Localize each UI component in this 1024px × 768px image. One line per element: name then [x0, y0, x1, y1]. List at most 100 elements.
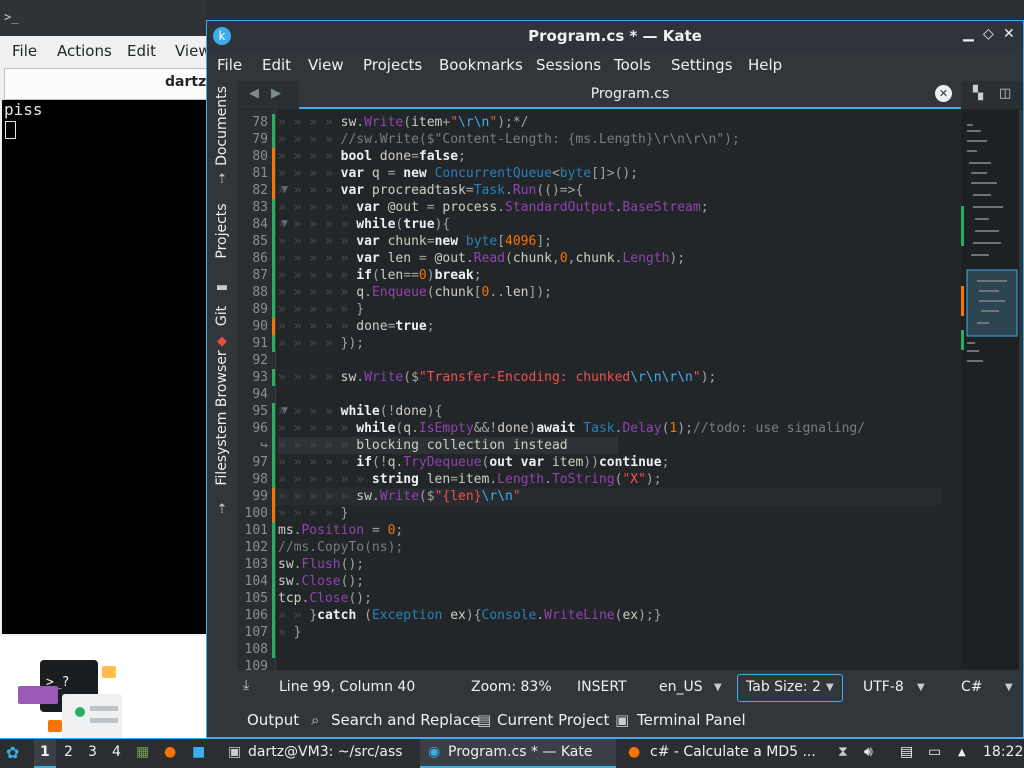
konsole-menu-actions[interactable]: Actions: [57, 42, 112, 60]
tool-tab-current-project[interactable]: Current Project: [497, 711, 609, 729]
clock[interactable]: 18:22: [983, 744, 1023, 760]
code-line: » » » » sw.Write($"Transfer-Encoding: ch…: [278, 370, 717, 385]
code-line: » » » » var procreadtask=Task.Run(()=>{: [278, 183, 584, 198]
chevron-down-icon[interactable]: ▼: [1005, 682, 1013, 693]
nav-back-icon[interactable]: ◀: [249, 86, 259, 101]
menu-projects[interactable]: Projects: [363, 56, 422, 74]
line-number: 94: [252, 387, 268, 402]
volume-icon[interactable]: 🔊︎: [864, 744, 873, 760]
line-number: 87: [252, 268, 268, 283]
konsole-titlebar[interactable]: >_: [0, 0, 206, 36]
konsole-terminal[interactable]: piss: [2, 100, 206, 634]
line-number: 104: [244, 574, 268, 589]
konsole-task-icon: ▣: [228, 744, 242, 760]
minimap[interactable]: [961, 110, 1019, 670]
konsole-tab[interactable]: dartz: [4, 68, 208, 100]
close-icon[interactable]: ✕: [1003, 26, 1015, 42]
clipboard-icon[interactable]: ▤: [900, 744, 913, 760]
konsole-menu-edit[interactable]: Edit: [127, 42, 156, 60]
window-icon[interactable]: ■: [192, 744, 205, 760]
konsole-menu-file[interactable]: File: [12, 42, 37, 60]
menu-tools[interactable]: Tools: [614, 56, 651, 74]
line-number: 88: [252, 285, 268, 300]
quick-open-icon[interactable]: ▚: [973, 86, 983, 101]
code-line: » » » » » q.Enqueue(chunk[0..len]);: [278, 285, 552, 300]
menu-help[interactable]: Help: [748, 56, 782, 74]
terminal-icon[interactable]: ▣: [615, 711, 629, 729]
spellcheck-language[interactable]: en_US: [659, 679, 703, 695]
nav-forward-icon[interactable]: ▶: [271, 86, 281, 101]
project-icon[interactable]: ▤: [477, 711, 491, 729]
input-mode[interactable]: INSERT: [577, 679, 627, 695]
task-firefox[interactable]: c# - Calculate a MD5 ...: [650, 744, 816, 760]
line-number: 92: [252, 353, 268, 368]
kate-task-icon: ◉: [428, 744, 441, 760]
sidebar-tab-git[interactable]: Git: [207, 301, 237, 331]
tab-close-icon[interactable]: ✕: [935, 85, 952, 102]
line-number: 86: [252, 251, 268, 266]
menu-settings[interactable]: Settings: [671, 56, 733, 74]
tool-tab-output[interactable]: Output: [247, 711, 299, 729]
line-number: 91: [252, 336, 268, 351]
code-line: » » » » var q = new ConcurrentQueue<byte…: [278, 166, 639, 181]
menu-bookmarks[interactable]: Bookmarks: [439, 56, 523, 74]
menu-view[interactable]: View: [308, 56, 344, 74]
menu-sessions[interactable]: Sessions: [536, 56, 601, 74]
zoom-level[interactable]: Zoom: 83%: [471, 679, 552, 695]
line-number: 82: [252, 183, 268, 198]
git-icon: ◆: [217, 334, 227, 349]
code-line: tcp.Close();: [278, 591, 372, 606]
restore-icon[interactable]: ◇: [983, 26, 994, 42]
line-number: 89: [252, 302, 268, 317]
tray-expand-icon[interactable]: ▲: [958, 747, 966, 758]
code-line: » » » » » while(q.IsEmpty&&!done)await T…: [278, 421, 866, 436]
minimize-icon[interactable]: ▁: [963, 26, 974, 42]
task-konsole[interactable]: dartz@VM3: ~/src/ass: [248, 744, 403, 760]
encoding[interactable]: UTF-8: [863, 679, 904, 695]
kde-menu-icon[interactable]: ✿: [6, 743, 19, 762]
terminal-cursor: [5, 121, 16, 139]
line-number: 100: [244, 506, 268, 521]
desktop-2[interactable]: 2: [64, 744, 73, 760]
tool-tab-terminal-panel[interactable]: Terminal Panel: [637, 711, 746, 729]
desktop-1[interactable]: 1: [40, 744, 50, 760]
code-line: » » » » » }: [278, 302, 365, 317]
konsole-menubar: File Actions Edit View: [0, 36, 211, 66]
task-kate[interactable]: Program.cs * — Kate: [448, 744, 592, 760]
firefox-icon[interactable]: ●: [164, 744, 176, 760]
code-line: » » » » while(!done){: [278, 404, 443, 419]
search-icon[interactable]: ⌕: [311, 711, 319, 729]
minimap-graphic: [961, 124, 1018, 362]
desktop-3[interactable]: 3: [88, 744, 97, 760]
sidebar-tab-projects[interactable]: Projects: [207, 191, 237, 271]
cursor-position[interactable]: Line 99, Column 40: [279, 679, 415, 695]
menu-file[interactable]: File: [217, 56, 242, 74]
chevron-down-icon[interactable]: ▼: [917, 682, 925, 693]
network-icon[interactable]: ▭: [928, 744, 941, 760]
line-number: 83: [252, 200, 268, 215]
code-line: » » » » » blocking collection instead: [278, 438, 568, 453]
syntax-mode[interactable]: C#: [961, 679, 983, 695]
sidebar-tab-filesystem-browser[interactable]: Filesystem Browser: [207, 350, 237, 485]
sidebar-tab-documents[interactable]: Documents: [207, 81, 237, 171]
file-manager-icon[interactable]: ▦: [136, 744, 149, 760]
chevron-down-icon[interactable]: ▼: [714, 682, 722, 693]
download-icon[interactable]: ⤓: [243, 677, 249, 693]
split-view-icon[interactable]: ◫: [999, 86, 1011, 101]
tab-size-button[interactable]: Tab Size: 2 ▼: [737, 674, 843, 702]
notification-illustration: >_?: [0, 636, 206, 740]
line-number: 80: [252, 149, 268, 164]
kate-titlebar[interactable]: k Program.cs * — Kate ▁ ◇ ✕: [207, 21, 1023, 51]
terminal-output: piss: [4, 100, 43, 119]
tool-tab-search-replace[interactable]: Search and Replace: [331, 711, 480, 729]
hourglass-icon[interactable]: ⧗: [838, 744, 848, 760]
notification-graphic: >_?: [18, 660, 122, 740]
kate-window: k Program.cs * — Kate ▁ ◇ ✕ File Edit Vi…: [206, 20, 1024, 738]
desktop-4[interactable]: 4: [112, 744, 121, 760]
code-editor[interactable]: » » » » sw.Write(item+"\r\n");*/ » » » » …: [275, 110, 962, 670]
document-tabbar: ◀ ▶ ⤓ Program.cs ✕ ▚ ◫: [237, 81, 1023, 110]
tab-program-cs[interactable]: Program.cs ✕: [299, 81, 961, 109]
code-line: » » » » sw.Write(item+"\r\n");*/: [278, 115, 529, 130]
line-number: 106: [244, 608, 268, 623]
menu-edit[interactable]: Edit: [262, 56, 291, 74]
